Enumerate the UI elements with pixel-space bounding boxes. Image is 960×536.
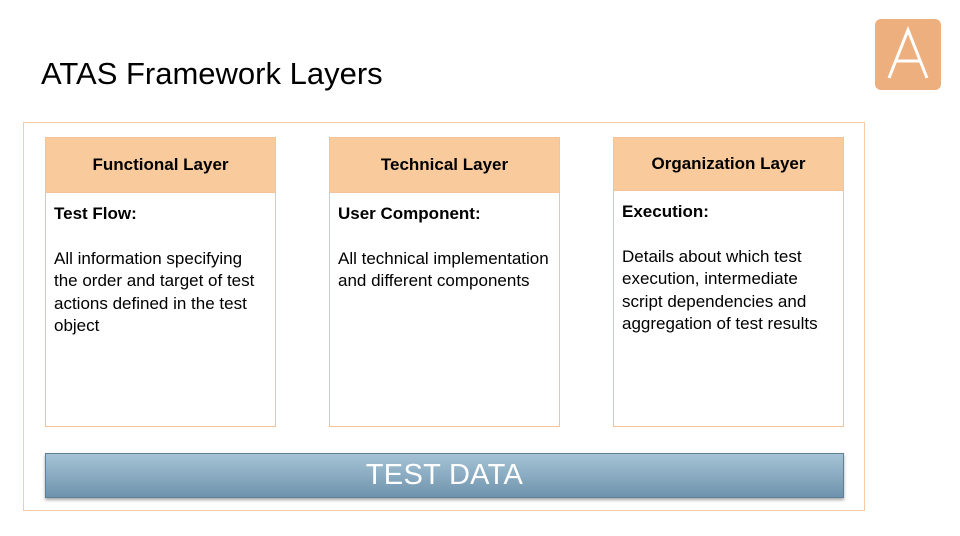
organization-layer-card: Organization Layer Execution: Details ab… — [613, 137, 844, 427]
organization-layer-body: Execution: Details about which test exec… — [614, 191, 843, 336]
technical-layer-header: Technical Layer — [330, 138, 559, 193]
technical-layer-body: User Component: All technical implementa… — [330, 193, 559, 293]
functional-layer-header: Functional Layer — [46, 138, 275, 193]
logo-letter-a-icon — [887, 25, 929, 79]
technical-layer-subtitle: User Component: — [338, 204, 481, 223]
organization-layer-subtitle: Execution: — [622, 202, 709, 221]
technical-layer-card: Technical Layer User Component: All tech… — [329, 137, 560, 427]
slide-title: ATAS Framework Layers — [41, 56, 383, 91]
logo-icon — [875, 19, 941, 90]
functional-layer-description: All information specifying the order and… — [54, 248, 255, 336]
organization-layer-header: Organization Layer — [614, 138, 843, 191]
test-data-label: TEST DATA — [365, 459, 524, 491]
technical-layer-description: All technical implementation and differe… — [338, 248, 549, 291]
organization-layer-description: Details about which test execution, inte… — [622, 246, 818, 334]
functional-layer-subtitle: Test Flow: — [54, 204, 137, 223]
functional-layer-card: Functional Layer Test Flow: All informat… — [45, 137, 276, 427]
test-data-bar: TEST DATA — [45, 453, 844, 498]
functional-layer-body: Test Flow: All information specifying th… — [46, 193, 275, 338]
